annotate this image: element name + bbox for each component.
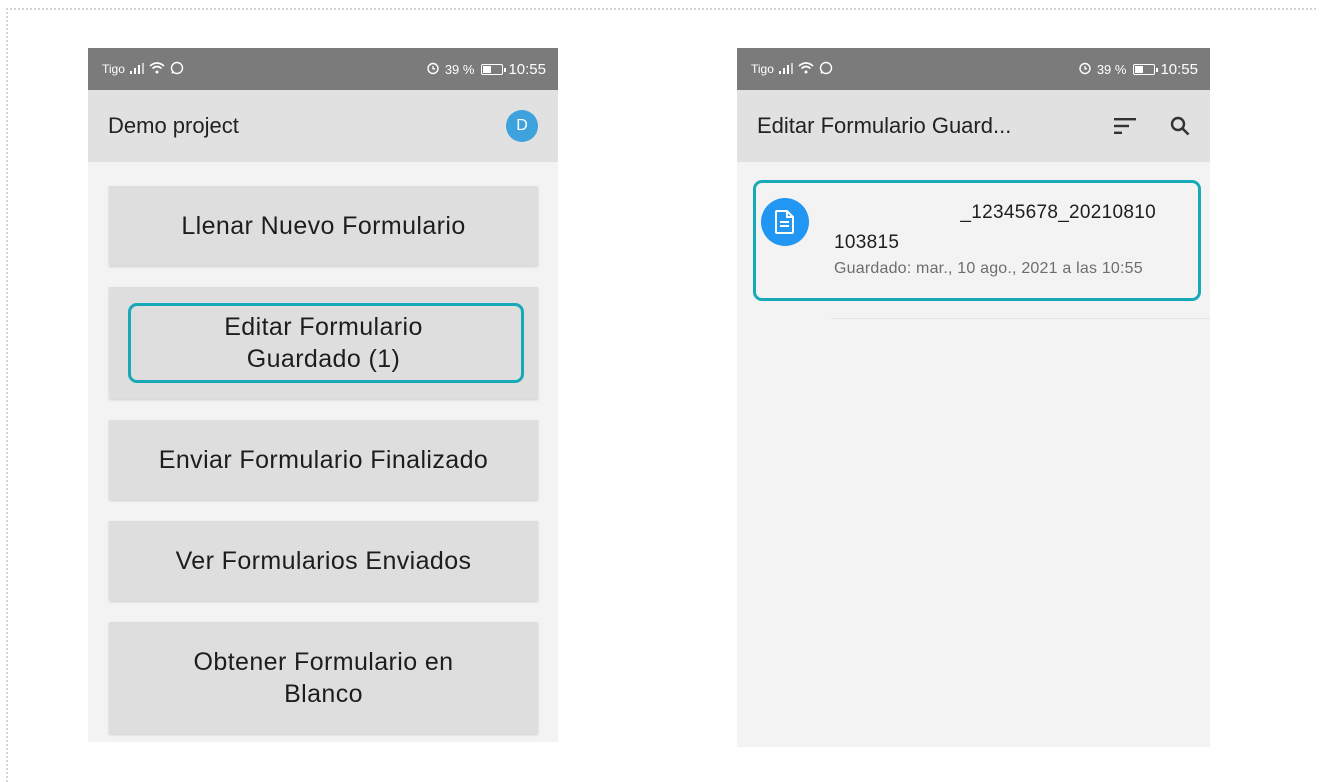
carrier-label: Tigo — [102, 62, 125, 76]
phone-screen-main-menu: Tigo 39 % 10:55 Demo project D Llenar Nu… — [88, 48, 558, 742]
status-bar: Tigo 39 % 10:55 — [737, 48, 1210, 90]
send-finalized-form-button[interactable]: Enviar Formulario Finalizado — [109, 420, 538, 500]
alarm-icon — [426, 61, 440, 77]
battery-percent: 39 % — [444, 61, 475, 77]
get-blank-form-button[interactable]: Obtener Formulario en Blanco — [109, 622, 538, 734]
app-title: Demo project — [108, 113, 239, 138]
signal-icon — [778, 62, 793, 76]
list-divider — [831, 318, 1210, 319]
battery-icon — [1133, 63, 1159, 75]
app-bar: Demo project D — [88, 90, 558, 162]
wifi-icon — [149, 62, 165, 76]
fill-new-form-button[interactable]: Llenar Nuevo Formulario — [109, 186, 538, 266]
wifi-icon — [798, 62, 814, 76]
status-time: 10:55 — [1160, 60, 1198, 78]
battery-icon — [481, 63, 507, 75]
app-title: Editar Formulario Guard... — [757, 113, 1012, 138]
carrier-label: Tigo — [751, 62, 774, 76]
search-icon[interactable] — [1170, 116, 1190, 136]
phone-screen-saved-forms: Tigo 39 % 10:55 Editar Formulario Guard.… — [737, 48, 1210, 747]
main-menu: Llenar Nuevo Formulario Editar Formulari… — [88, 162, 558, 734]
status-bar: Tigo 39 % 10:55 — [88, 48, 558, 90]
highlight-saved-form — [753, 180, 1201, 301]
sort-icon[interactable] — [1114, 118, 1136, 134]
status-time: 10:55 — [508, 60, 546, 78]
user-avatar[interactable]: D — [506, 110, 538, 142]
highlight-edit-saved-form — [128, 303, 524, 383]
view-sent-forms-button[interactable]: Ver Formularios Enviados — [109, 521, 538, 601]
app-bar: Editar Formulario Guard... — [737, 90, 1210, 162]
signal-icon — [129, 62, 144, 76]
whatsapp-icon — [819, 61, 833, 77]
battery-percent: 39 % — [1096, 61, 1127, 77]
whatsapp-icon — [170, 61, 184, 77]
alarm-icon — [1078, 61, 1092, 77]
